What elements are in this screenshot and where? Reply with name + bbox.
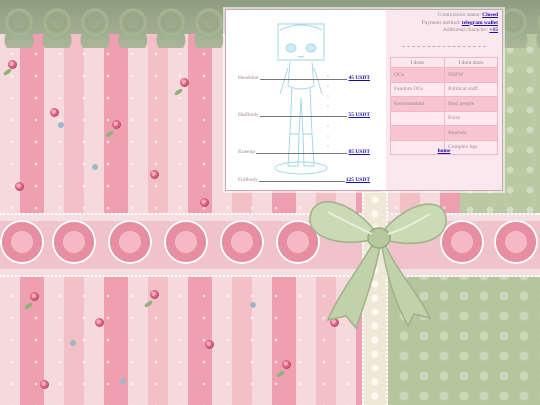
- commission-info-card: Headshot 45 USDT Halfbody 55 USDT Kneeup…: [225, 9, 503, 191]
- price-name: Headshot: [238, 75, 259, 81]
- terms-pane: Commission status: Closed Payment method…: [386, 10, 502, 190]
- additional-character-label: Addtional character:: [442, 27, 488, 33]
- rose-icon: [95, 318, 104, 327]
- additional-character-link[interactable]: +15: [489, 27, 498, 33]
- rose-icon: [112, 120, 121, 129]
- leaf-icon: [23, 301, 34, 311]
- leaf-icon: [2, 67, 13, 77]
- price-name: Fullbody: [238, 177, 258, 183]
- bud-icon: [120, 378, 126, 384]
- payment-method-label: Payment method:: [421, 19, 461, 26]
- price-row-fullbody: Fullbody 125 USDT: [238, 173, 370, 183]
- leaf-icon: [143, 299, 154, 309]
- commission-status-line: Commission status: Closed: [390, 12, 498, 20]
- price-row-kneeup: Kneeup 85 USDT: [238, 145, 370, 155]
- divider: [402, 46, 486, 47]
- price-name: Halfbody: [238, 112, 259, 118]
- price-list-pane: Headshot 45 USDT Halfbody 55 USDT Kneeup…: [226, 10, 384, 190]
- price-link[interactable]: 45 USDT: [348, 75, 370, 81]
- payment-method-link[interactable]: telegram wallet: [462, 20, 498, 26]
- rose-icon: [150, 290, 159, 299]
- home-link[interactable]: home: [386, 148, 502, 154]
- rose-medallion-icon: [164, 220, 208, 264]
- rose-icon: [15, 182, 24, 191]
- commission-status-label: Commission status:: [437, 12, 481, 18]
- price-dotted-line: [256, 147, 348, 154]
- table-cell: Realism: [444, 125, 498, 141]
- table-row: Furry: [389, 110, 498, 126]
- rose-medallion-icon: [108, 220, 152, 264]
- rose-medallion-icon: [0, 220, 44, 264]
- rose-icon: [150, 170, 159, 179]
- rose-icon: [180, 78, 189, 87]
- table-cell: Political stuff: [444, 81, 498, 97]
- leaf-icon: [104, 129, 115, 139]
- price-link[interactable]: 85 USDT: [348, 149, 370, 155]
- table-cell: Real people: [444, 96, 498, 112]
- leaf-icon: [275, 369, 286, 379]
- draw-table: I draw I dont draw OCs NSFW Fandom OCs P…: [389, 57, 498, 155]
- table-cell: [389, 110, 446, 126]
- rose-icon: [50, 108, 59, 117]
- rose-medallion-icon: [52, 220, 96, 264]
- price-link[interactable]: 55 USDT: [348, 112, 370, 118]
- rose-medallion-icon: [494, 220, 538, 264]
- table-cell: NSFW: [444, 67, 498, 83]
- price-dotted-line: [258, 175, 345, 182]
- rose-icon: [30, 292, 39, 301]
- bud-icon: [92, 164, 98, 170]
- table-row: Fandom OCs Political stuff: [389, 81, 498, 97]
- table-header: I dont draw: [444, 57, 498, 68]
- status-block: Commission status: Closed Payment method…: [390, 12, 498, 35]
- rose-medallion-icon: [220, 220, 264, 264]
- bud-icon: [70, 340, 76, 346]
- price-dotted-line: [259, 73, 348, 80]
- bud-icon: [58, 122, 64, 128]
- commission-status-link[interactable]: Closed: [482, 12, 498, 18]
- additional-character-line: Addtional character: +15: [390, 27, 498, 35]
- table-cell: [389, 125, 446, 141]
- table-cell: Fandom OCs: [389, 81, 446, 97]
- leaf-icon: [173, 87, 184, 97]
- price-row-headshot: Headshot 45 USDT: [238, 71, 370, 81]
- rose-icon: [205, 340, 214, 349]
- table-row: Realism: [389, 125, 498, 141]
- table-cell: Furry: [444, 110, 498, 126]
- price-link[interactable]: 125 USDT: [346, 177, 370, 183]
- bud-icon: [250, 302, 256, 308]
- table-header: I draw: [389, 57, 446, 68]
- table-cell: Kemonomimi: [389, 96, 446, 112]
- chibi-base-sketch-icon: [274, 23, 329, 175]
- rose-icon: [40, 380, 49, 389]
- price-row-halfbody: Halfbody 55 USDT: [238, 108, 370, 118]
- price-name: Kneeup: [238, 149, 256, 155]
- rose-icon: [282, 360, 291, 369]
- table-cell: OCs: [389, 67, 446, 83]
- rose-icon: [200, 198, 209, 207]
- table-row: OCs NSFW: [389, 67, 498, 83]
- table-row: Kemonomimi Real people: [389, 96, 498, 112]
- price-dotted-line: [259, 110, 348, 117]
- payment-method-line: Payment method: telegram wallet: [390, 20, 498, 28]
- satin-bow-icon: [309, 201, 447, 330]
- table-header-row: I draw I dont draw: [389, 57, 498, 68]
